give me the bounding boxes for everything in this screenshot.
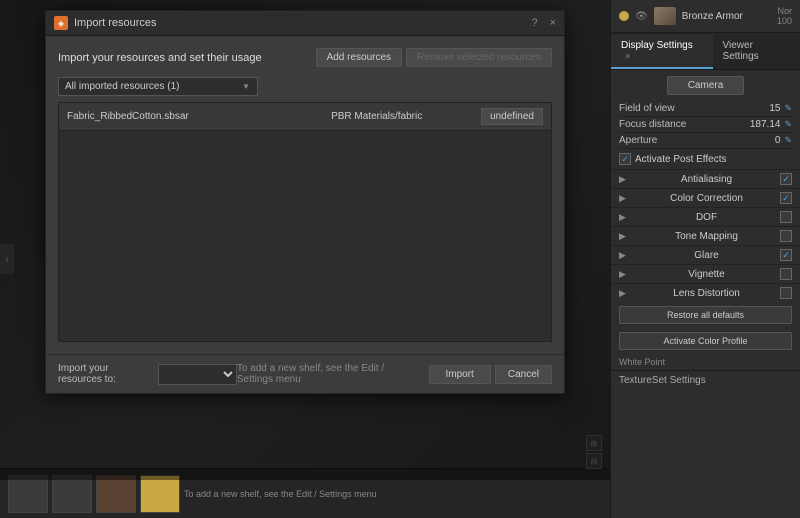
import-dialog: ◈ Import resources ? × Import your resou… — [45, 10, 565, 394]
focus-distance-edit-icon[interactable]: ✎ — [784, 119, 792, 130]
remove-resources-button[interactable]: Remove selected resources — [406, 48, 552, 67]
panel-eye-icon[interactable]: 👁 — [635, 11, 648, 22]
effect-label-dof: DOF — [633, 212, 780, 223]
cancel-button[interactable]: Cancel — [495, 365, 552, 384]
resource-path: PBR Materials/fabric — [331, 111, 481, 122]
import-button[interactable]: Import — [429, 365, 491, 384]
panel-asset-thumbnail — [654, 7, 676, 25]
activate-post-effects-label: Activate Post Effects — [635, 154, 727, 165]
tab-viewer-settings[interactable]: Viewer Settings — [713, 35, 800, 69]
effect-arrow-icon: ▶ — [619, 174, 629, 185]
effect-checkbox-lens-distortion[interactable] — [780, 287, 792, 299]
settings-section: Field of view 15 ✎ Focus distance 187.14… — [611, 101, 800, 149]
effect-row-tone-mapping[interactable]: ▶ Tone Mapping — [611, 226, 800, 245]
effect-label-vignette: Vignette — [633, 269, 780, 280]
restore-defaults-button[interactable]: Restore all defaults — [619, 306, 792, 324]
activate-post-effects-checkbox[interactable] — [619, 153, 631, 165]
focus-distance-label: Focus distance — [619, 119, 750, 130]
dialog-close-btn[interactable]: × — [550, 17, 556, 29]
aperture-value: 0 — [775, 135, 781, 146]
activate-post-effects-row[interactable]: Activate Post Effects — [611, 149, 800, 169]
aperture-label: Aperture — [619, 135, 775, 146]
dialog-header-title: Import your resources and set their usag… — [58, 52, 316, 64]
activate-color-profile-button[interactable]: Activate Color Profile — [619, 332, 792, 350]
dialog-footer: Import your resources to: To add a new s… — [46, 354, 564, 393]
effect-arrow-icon-vignette: ▶ — [619, 269, 629, 280]
white-point-label: White Point — [611, 354, 800, 370]
strip-thumb-3 — [96, 475, 136, 513]
filter-row: All imported resources (1) ▼ — [58, 77, 552, 96]
effect-arrow-icon-glare: ▶ — [619, 250, 629, 261]
effect-label-glare: Glare — [633, 250, 780, 261]
effect-label-tone-mapping: Tone Mapping — [633, 231, 780, 242]
effect-arrow-icon-tm: ▶ — [619, 231, 629, 242]
effect-checkbox-tone-mapping[interactable] — [780, 230, 792, 242]
camera-button[interactable]: Camera — [667, 76, 745, 95]
texture-set-settings-label: TextureSet Settings — [611, 370, 800, 390]
effect-label-lens-distortion: Lens Distortion — [633, 288, 780, 299]
resource-name: Fabric_RibbedCotton.sbsar — [67, 111, 331, 122]
effect-checkbox-antialiasing[interactable] — [780, 173, 792, 185]
add-resources-button[interactable]: Add resources — [316, 48, 402, 67]
filter-select[interactable]: All imported resources (1) — [58, 77, 258, 96]
field-of-view-row: Field of view 15 ✎ — [619, 101, 792, 117]
resource-row[interactable]: Fabric_RibbedCotton.sbsar PBR Materials/… — [59, 103, 551, 131]
effect-arrow-icon-dof: ▶ — [619, 212, 629, 223]
effect-arrow-icon-cc: ▶ — [619, 193, 629, 204]
effect-label-color-correction: Color Correction — [633, 193, 780, 204]
modal-overlay: ◈ Import resources ? × Import your resou… — [0, 0, 610, 480]
dialog-help-btn[interactable]: ? — [531, 17, 537, 29]
focus-distance-row: Focus distance 187.14 ✎ — [619, 117, 792, 133]
panel-top-info: Nor 100 — [777, 6, 792, 26]
effect-row-lens-distortion[interactable]: ▶ Lens Distortion — [611, 283, 800, 302]
strip-thumb-2 — [52, 475, 92, 513]
effect-row-color-correction[interactable]: ▶ Color Correction — [611, 188, 800, 207]
focus-distance-value: 187.14 — [750, 119, 781, 130]
aperture-row: Aperture 0 ✎ — [619, 133, 792, 149]
resource-list: Fabric_RibbedCotton.sbsar PBR Materials/… — [58, 102, 552, 342]
effect-row-vignette[interactable]: ▶ Vignette — [611, 264, 800, 283]
dialog-body: Import your resources and set their usag… — [46, 36, 564, 354]
dialog-titlebar: ◈ Import resources ? × — [46, 11, 564, 36]
effect-arrow-icon-ld: ▶ — [619, 288, 629, 299]
effect-checkbox-vignette[interactable] — [780, 268, 792, 280]
effects-list: ▶ Antialiasing ▶ Color Correction ▶ DOF … — [611, 169, 800, 302]
right-panel: 👁 Bronze Armor Nor 100 Display Settings … — [610, 0, 800, 518]
strip-label: To add a new shelf, see the Edit / Setti… — [184, 489, 602, 499]
effect-checkbox-color-correction[interactable] — [780, 192, 792, 204]
strip-thumb-1 — [8, 475, 48, 513]
dialog-icon: ◈ — [54, 16, 68, 30]
aperture-edit-icon[interactable]: ✎ — [784, 135, 792, 146]
panel-radio[interactable] — [619, 11, 629, 21]
tab-close-icon[interactable]: × — [625, 51, 630, 61]
dialog-title: Import resources — [74, 17, 525, 29]
dialog-header-row: Import your resources and set their usag… — [58, 48, 552, 67]
field-of-view-edit-icon[interactable]: ✎ — [784, 103, 792, 114]
effect-row-antialiasing[interactable]: ▶ Antialiasing — [611, 169, 800, 188]
resource-usage-button[interactable]: undefined — [481, 108, 543, 125]
tab-display-settings[interactable]: Display Settings × — [611, 35, 713, 69]
effect-checkbox-glare[interactable] — [780, 249, 792, 261]
effect-row-glare[interactable]: ▶ Glare — [611, 245, 800, 264]
footer-tip: To add a new shelf, see the Edit / Setti… — [237, 363, 419, 385]
effect-row-dof[interactable]: ▶ DOF — [611, 207, 800, 226]
import-to-select[interactable] — [158, 364, 237, 385]
panel-asset-name: Bronze Armor — [682, 11, 771, 22]
import-to-label: Import your resources to: — [58, 363, 152, 385]
panel-top: 👁 Bronze Armor Nor 100 — [611, 0, 800, 33]
camera-section: Camera — [611, 70, 800, 101]
field-of-view-value: 15 — [769, 103, 780, 114]
panel-tabs: Display Settings × Viewer Settings — [611, 33, 800, 70]
strip-thumb-4 — [140, 475, 180, 513]
effect-checkbox-dof[interactable] — [780, 211, 792, 223]
effect-label-antialiasing: Antialiasing — [633, 174, 780, 185]
field-of-view-label: Field of view — [619, 103, 769, 114]
